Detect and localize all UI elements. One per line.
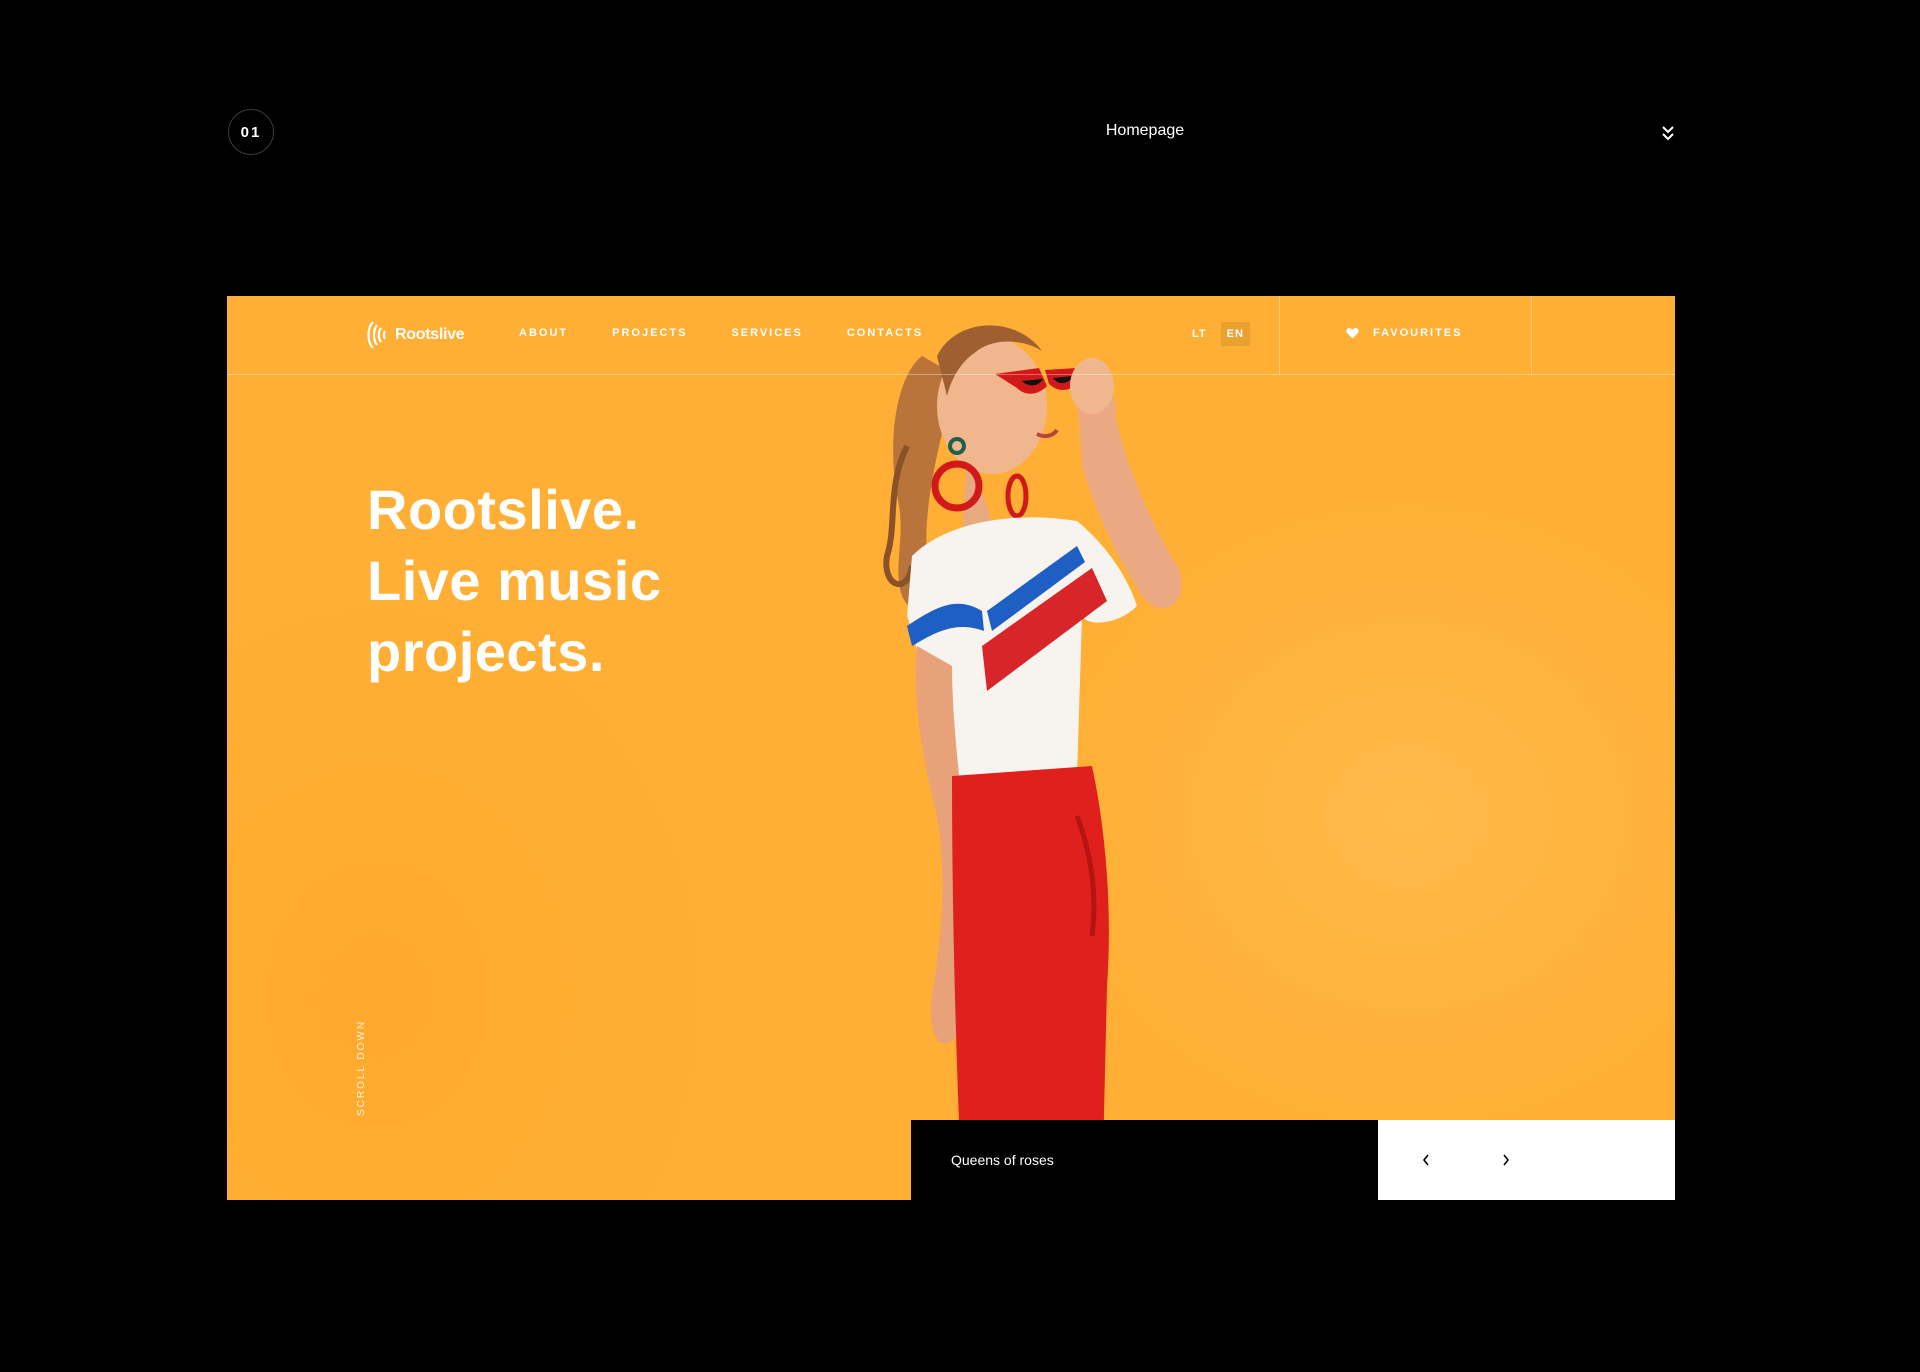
language-switch: LT EN bbox=[1186, 322, 1250, 346]
main-menu: ABOUT PROJECTS SERVICES CONTACTS bbox=[519, 327, 967, 339]
slider-prev-button[interactable] bbox=[1412, 1146, 1440, 1174]
double-chevron-down-icon[interactable] bbox=[1659, 121, 1677, 145]
favourites-label: FAVOURITES bbox=[1373, 327, 1463, 339]
slider-controls bbox=[1378, 1120, 1675, 1200]
site-navbar: Rootslive ABOUT PROJECTS SERVICES CONTAC… bbox=[227, 296, 1675, 375]
slider-next-button[interactable] bbox=[1492, 1146, 1520, 1174]
lang-en[interactable]: EN bbox=[1220, 322, 1250, 346]
hero-model-image bbox=[883, 325, 1182, 1200]
nav-contacts[interactable]: CONTACTS bbox=[847, 327, 923, 339]
favourites-link[interactable]: FAVOURITES bbox=[1346, 327, 1462, 339]
slide-caption: Queens of roses bbox=[911, 1120, 1378, 1200]
nav-divider bbox=[1279, 296, 1280, 375]
nav-about[interactable]: ABOUT bbox=[519, 327, 568, 339]
site-logo[interactable]: Rootslive bbox=[365, 318, 465, 352]
slide-caption-text: Queens of roses bbox=[951, 1152, 1054, 1168]
lang-lt[interactable]: LT bbox=[1186, 322, 1213, 346]
nav-divider bbox=[1531, 296, 1532, 375]
hero-heading: Rootslive. Live music projects. bbox=[367, 474, 661, 687]
scroll-down-label[interactable]: SCROLL DOWN bbox=[356, 1020, 367, 1116]
chevron-right-icon bbox=[1503, 1154, 1510, 1166]
heart-icon bbox=[1346, 327, 1359, 339]
logo-text: Rootslive bbox=[395, 326, 465, 343]
nav-services[interactable]: SERVICES bbox=[731, 327, 802, 339]
hero-heading-line: projects. bbox=[367, 620, 605, 683]
chevron-left-icon bbox=[1422, 1154, 1429, 1166]
hero-heading-line: Rootslive. bbox=[367, 478, 640, 541]
website-mockup: Rootslive ABOUT PROJECTS SERVICES CONTAC… bbox=[227, 296, 1675, 1200]
page-title: Homepage bbox=[1105, 122, 1185, 139]
nav-projects[interactable]: PROJECTS bbox=[612, 327, 687, 339]
hero-heading-line: Live music bbox=[367, 549, 662, 612]
logo-waves-icon bbox=[367, 321, 386, 349]
